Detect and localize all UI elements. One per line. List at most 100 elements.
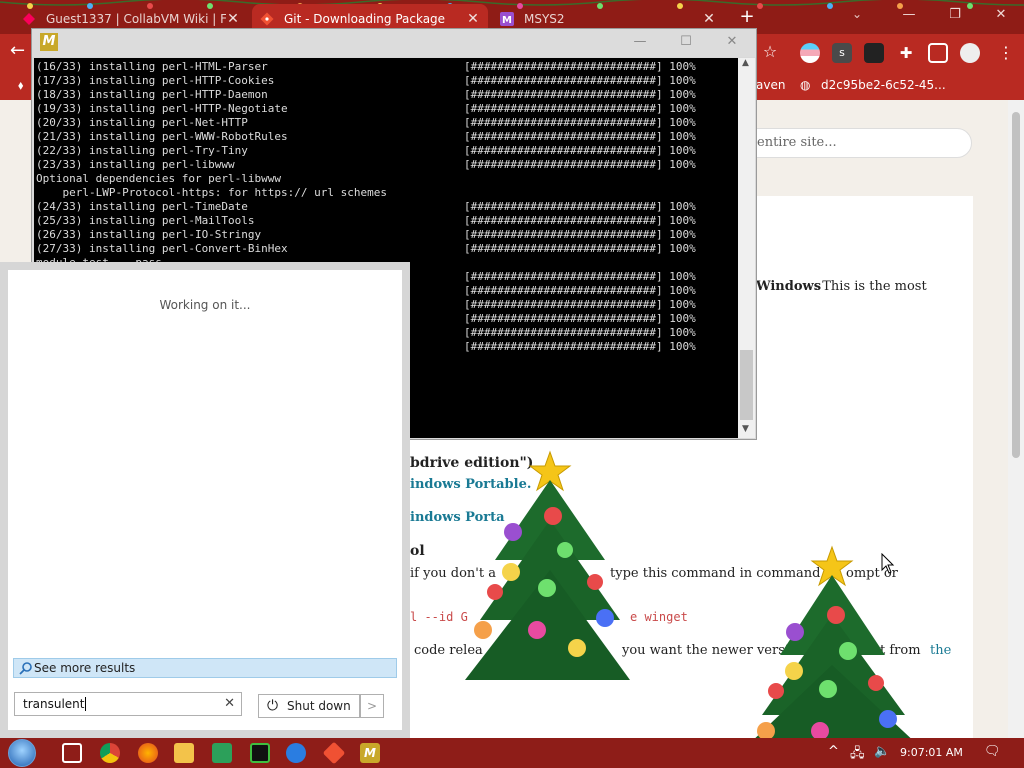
taskbar: M ^ 🖧 🔈 9:07:01 AM 🗨 (0, 738, 1024, 768)
profile-avatar[interactable] (960, 43, 980, 63)
console-progress-bar: [############################] 100% (464, 130, 696, 143)
shutdown-options-arrow[interactable]: > (360, 694, 384, 718)
console-line: (20/33) installing perl-Net-HTTP (36, 116, 248, 129)
console-scrollbar-thumb[interactable] (740, 350, 753, 420)
see-more-results-button[interactable]: See more results (13, 658, 397, 678)
tab-close-icon[interactable]: ✕ (226, 11, 240, 27)
scrollbar-thumb[interactable] (1012, 112, 1020, 458)
winget-code: e winget (630, 610, 688, 624)
console-progress-bar: [############################] 100% (464, 116, 696, 129)
search-results-pane: Working on it... See more results (8, 270, 402, 730)
clock[interactable]: 9:07:01 AM (900, 746, 963, 759)
console-line: (25/33) installing perl-MailTools (36, 214, 255, 227)
search-icon (19, 661, 33, 680)
the-link[interactable]: the (930, 643, 951, 658)
chrome-taskbar-icon[interactable] (100, 743, 120, 763)
git-taskbar-icon[interactable] (322, 741, 346, 765)
scroll-up-arrow-icon[interactable]: ▲ (742, 58, 749, 68)
msys2-taskbar-icon[interactable]: M (360, 743, 380, 763)
tab-close-icon[interactable]: ✕ (466, 11, 480, 27)
msys2-app-icon: M (40, 33, 58, 51)
more-menu-icon[interactable]: ⋮ (996, 43, 1016, 63)
tab-search-chevron-icon[interactable]: ⌄ (852, 7, 862, 21)
tab-title: Guest1337 | CollabVM Wiki | Fa (46, 12, 226, 26)
back-arrow-icon[interactable]: ← (10, 40, 25, 61)
console-progress-bar: [############################] 100% (464, 158, 696, 171)
paragraph-text: . This is the most (814, 279, 927, 294)
bookmark-star-icon[interactable]: ☆ (760, 42, 780, 62)
page-scrollbar[interactable] (1008, 100, 1024, 740)
volume-icon[interactable]: 🔈 (874, 744, 890, 759)
console-titlebar[interactable]: M — ☐ ✕ (32, 29, 756, 57)
console-line: (24/33) installing perl-TimeDate (36, 200, 248, 213)
tray-overflow-icon[interactable]: ^ (828, 744, 839, 759)
console-progress-bar: [############################] 100% (464, 228, 696, 241)
bookmark-item[interactable]: d2c95be2-6c52-45... (821, 78, 946, 92)
start-menu-search-panel: Working on it... See more results transu… (0, 262, 410, 738)
s-extension-icon[interactable]: s (832, 43, 852, 63)
file-explorer-icon[interactable] (174, 743, 194, 763)
tab-title: MSYS2 (524, 12, 565, 26)
console-line: (18/33) installing perl-HTTP-Daemon (36, 88, 268, 101)
console-line: (19/33) installing perl-HTTP-Negotiate (36, 102, 288, 115)
console-progress-bar: [############################] 100% (464, 270, 696, 283)
text-caret (85, 697, 87, 711)
see-more-label: See more results (34, 661, 136, 675)
console-progress-bar: [############################] 100% (464, 88, 696, 101)
section-heading: ol (410, 543, 425, 559)
start-button[interactable] (8, 739, 36, 767)
search-status-text: Working on it... (159, 298, 251, 312)
console-progress-bar: [############################] 100% (464, 298, 696, 311)
search-input-value: transulent (23, 697, 85, 711)
site-search-input[interactable]: entire site... (740, 128, 972, 158)
console-progress-bar: [############################] 100% (464, 284, 696, 297)
console-progress-bar: [############################] 100% (464, 214, 696, 227)
network-icon[interactable]: 🖧 (850, 744, 865, 766)
console-minimize-button[interactable]: — (620, 31, 660, 53)
git-favicon-icon (260, 12, 274, 26)
app-taskbar-icon[interactable] (286, 743, 306, 763)
start-search-input[interactable]: transulent ✕ (14, 692, 242, 716)
console-maximize-button[interactable]: ☐ (666, 31, 706, 53)
firefox-taskbar-icon[interactable] (138, 743, 158, 763)
console-progress-bar: [############################] 100% (464, 200, 696, 213)
shut-down-button[interactable]: ⏻ Shut down (258, 694, 360, 718)
console-progress-bar: [############################] 100% (464, 340, 696, 353)
power-icon: ⏻ (267, 698, 279, 714)
task-view-icon[interactable] (62, 743, 82, 763)
notepad-plus-icon[interactable] (212, 743, 232, 763)
console-line: Optional dependencies for perl-libwww (36, 172, 282, 185)
console-scrollbar[interactable]: ▲ ▼ (738, 58, 755, 438)
tab-close-icon[interactable]: ✕ (702, 11, 716, 27)
clear-search-icon[interactable]: ✕ (224, 696, 235, 711)
bookmark-pin-icon[interactable]: ⬧ (18, 78, 23, 93)
console-progress-bar: [############################] 100% (464, 102, 696, 115)
scroll-down-arrow-icon[interactable]: ▼ (742, 424, 749, 434)
shut-down-label: Shut down (287, 699, 351, 713)
bookmark-item[interactable]: aven (756, 78, 785, 92)
minimize-button[interactable]: — (886, 0, 932, 30)
console-line: (21/33) installing perl-WWW-RobotRules (36, 130, 288, 143)
console-line: (23/33) installing perl-libwww (36, 158, 235, 171)
console-line: (26/33) installing perl-IO-Stringy (36, 228, 262, 241)
terminal-taskbar-icon[interactable] (250, 743, 270, 763)
new-tab-button[interactable]: + (737, 6, 757, 27)
action-center-icon[interactable]: 🗨 (984, 744, 1001, 759)
console-line: (22/33) installing perl-Try-Tiny (36, 144, 248, 157)
fandom-favicon-icon (23, 13, 35, 25)
console-line: (16/33) installing perl-HTML-Parser (36, 60, 268, 73)
bookmark-globe-icon[interactable]: ◍ (800, 78, 810, 92)
puzzle-extensions-icon[interactable]: ✚ (896, 43, 916, 63)
console-progress-bar: [############################] 100% (464, 60, 696, 73)
close-window-button[interactable]: ✕ (978, 0, 1024, 30)
console-close-button[interactable]: ✕ (712, 31, 752, 53)
restore-button[interactable]: ❐ (932, 0, 978, 30)
pride-extension-icon[interactable] (800, 43, 820, 63)
christmas-tree-decoration (465, 450, 630, 680)
side-panel-icon[interactable] (928, 43, 948, 63)
tab-title: Git - Downloading Package (284, 12, 446, 26)
robot-extension-icon[interactable] (864, 43, 884, 63)
msys2-favicon-icon: M (500, 12, 514, 26)
mouse-cursor-icon (881, 553, 895, 574)
console-line: (27/33) installing perl-Convert-BinHex (36, 242, 288, 255)
